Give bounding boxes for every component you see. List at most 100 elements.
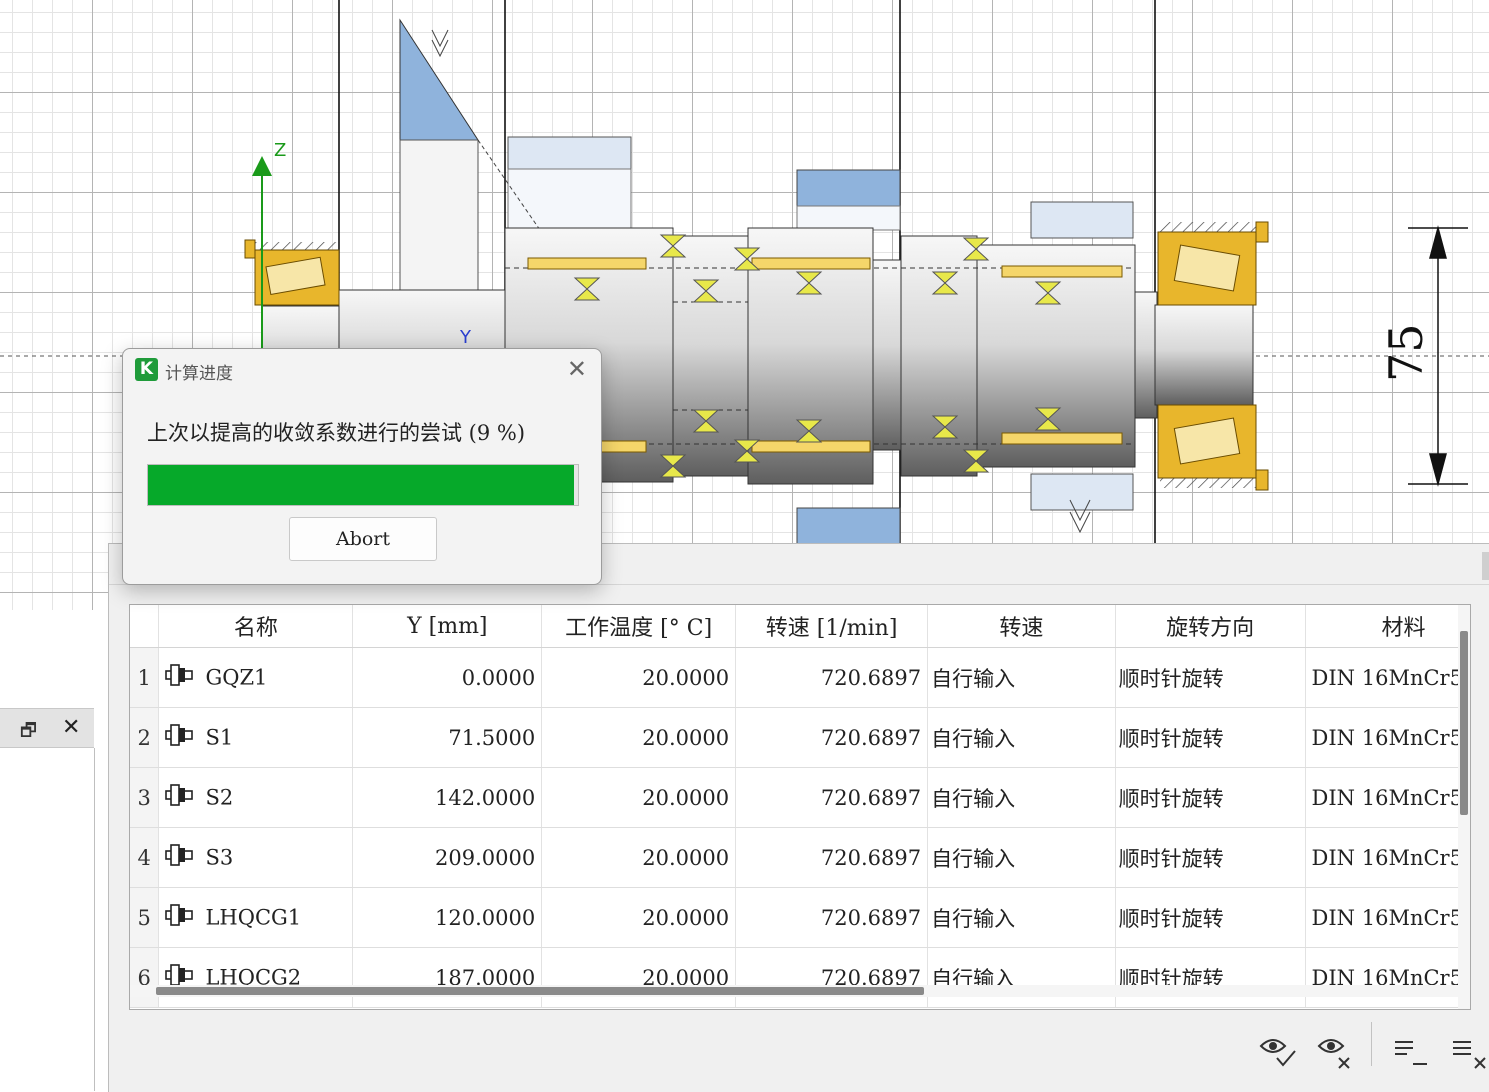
row-index: 5 (130, 887, 160, 948)
show-all-icon[interactable] (1257, 1028, 1301, 1072)
col-header-speed-mode[interactable]: 转速 (927, 605, 1116, 648)
data-grid: 名称 Y [mm] 工作温度 [° C] 转速 [1/min] 转速 旋转方向 … (130, 605, 1470, 1008)
cell-speed-mode[interactable]: 自行输入 (927, 947, 1116, 1008)
shaft-elements-table: 名称 Y [mm] 工作温度 [° C] 转速 [1/min] 转速 旋转方向 … (129, 604, 1471, 1010)
cell-y[interactable]: 142.0000 (352, 767, 543, 828)
cell-direction[interactable]: 顺时针旋转 (1115, 767, 1306, 828)
vertical-scroll-thumb[interactable] (1460, 631, 1468, 815)
axis-z-label: Z (274, 140, 286, 161)
row-index: 3 (130, 767, 160, 828)
cell-material[interactable]: DIN 16MnCr5 (1305, 707, 1470, 768)
col-header-material[interactable]: 材料 (1305, 605, 1470, 648)
table-header-row: 名称 Y [mm] 工作温度 [° C] 转速 [1/min] 转速 旋转方向 … (130, 605, 1470, 648)
cell-name[interactable]: LHQCG1 (158, 887, 354, 948)
cell-temp[interactable]: 20.0000 (541, 707, 737, 768)
element-name: S3 (205, 845, 234, 870)
cell-speed[interactable]: 720.6897 (735, 647, 929, 708)
vertical-scrollbar[interactable] (1458, 605, 1470, 1009)
cell-temp[interactable]: 20.0000 (541, 767, 737, 828)
shaft-element-icon (165, 844, 194, 871)
cell-y[interactable]: 209.0000 (352, 827, 543, 888)
element-name: GQZ1 (205, 665, 268, 690)
cell-y[interactable]: 71.5000 (352, 707, 543, 768)
cell-name[interactable]: S3 (158, 827, 354, 888)
progress-bar (147, 464, 579, 506)
axis-y-label: Y (459, 327, 472, 348)
progress-dialog: K 计算进度 ✕ 上次以提高的收敛系数进行的尝试 (9 %) Abort (122, 348, 602, 585)
cell-material[interactable]: DIN 16MnCr5 (1305, 647, 1470, 708)
cell-material[interactable]: DIN 16MnCr5 (1305, 767, 1470, 828)
shaft-element-icon (165, 664, 194, 691)
panel-toolbar (109, 1014, 1489, 1092)
cell-temp[interactable]: 20.0000 (541, 947, 737, 1008)
cell-name[interactable]: GQZ1 (158, 647, 354, 708)
cell-speed[interactable]: 720.6897 (735, 707, 929, 768)
cell-direction[interactable]: 顺时针旋转 (1115, 947, 1306, 1008)
shaft-element-icon (165, 784, 194, 811)
cell-temp[interactable]: 20.0000 (541, 647, 737, 708)
table-row[interactable]: 6 LHQCG2 187.0000 20.0000 720.6897 自行输入 顺时针旋转 D… (130, 947, 1470, 1008)
abort-button[interactable]: Abort (289, 517, 437, 561)
table-row[interactable]: 4 S3 209.0000 20.0000 720.6897 自行输入 顺时针旋转 DIN 1… (130, 827, 1470, 888)
col-header-name[interactable]: 名称 (158, 605, 354, 648)
col-header-y[interactable]: Y [mm] (352, 605, 543, 648)
table-row[interactable]: 2 S1 71.5000 20.0000 720.6897 自行输入 顺时针旋转 DIN 16… (130, 707, 1470, 768)
horizontal-scroll-thumb[interactable] (156, 987, 924, 995)
row-index: 4 (130, 827, 160, 888)
cell-speed[interactable]: 720.6897 (735, 887, 929, 948)
restore-icon[interactable]: 🗗 (20, 718, 37, 748)
dialog-title: 计算进度 (165, 364, 233, 384)
cell-y[interactable]: 0.0000 (352, 647, 543, 708)
cell-name[interactable]: S2 (158, 767, 354, 828)
cell-speed[interactable]: 720.6897 (735, 947, 929, 1008)
cell-y[interactable]: 120.0000 (352, 887, 543, 948)
panel-scrollbar[interactable] (1482, 552, 1489, 580)
shaft-element-icon (165, 904, 194, 931)
cell-speed[interactable]: 720.6897 (735, 827, 929, 888)
row-index: 2 (130, 707, 160, 768)
corner-cell (130, 605, 160, 648)
cell-temp[interactable]: 20.0000 (541, 887, 737, 948)
cell-name[interactable]: LHQCG2 (158, 947, 354, 1008)
cell-speed-mode[interactable]: 自行输入 (927, 887, 1116, 948)
cell-name[interactable]: S1 (158, 707, 354, 768)
element-name: LHQCG1 (205, 905, 302, 930)
col-header-direction[interactable]: 旋转方向 (1115, 605, 1306, 648)
cell-direction[interactable]: 顺时针旋转 (1115, 827, 1306, 888)
element-name: S1 (205, 725, 234, 750)
cell-material[interactable]: DIN 16MnCr5 (1305, 947, 1470, 1008)
left-panel-body (0, 748, 95, 1091)
left-panel-titlebar: 🗗 ✕ (0, 708, 94, 748)
dimension-label: 75 (1379, 323, 1433, 382)
col-header-temp[interactable]: 工作温度 [° C] (541, 605, 737, 648)
row-index: 1 (130, 647, 160, 708)
table-row[interactable]: 5 LHQCG1 120.0000 20.0000 720.6897 自行输入 顺时针旋转 D… (130, 887, 1470, 948)
cell-direction[interactable]: 顺时针旋转 (1115, 707, 1306, 768)
hide-all-icon[interactable] (1315, 1028, 1359, 1072)
cell-temp[interactable]: 20.0000 (541, 827, 737, 888)
toolbar-separator (1371, 1022, 1372, 1066)
close-icon[interactable]: ✕ (62, 715, 80, 740)
cell-direction[interactable]: 顺时针旋转 (1115, 647, 1306, 708)
collapse-icon[interactable] (1391, 1028, 1435, 1072)
horizontal-scrollbar[interactable] (130, 985, 1458, 997)
row-index: 6 (130, 947, 160, 1008)
cell-material[interactable]: DIN 16MnCr5 (1305, 887, 1470, 948)
app-logo-icon: K (135, 358, 158, 381)
cell-material[interactable]: DIN 16MnCr5 (1305, 827, 1470, 888)
shaft-element-icon (165, 724, 194, 751)
close-icon[interactable]: ✕ (567, 355, 587, 383)
table-row[interactable]: 3 S2 142.0000 20.0000 720.6897 自行输入 顺时针旋转 DIN 1… (130, 767, 1470, 828)
cell-speed-mode[interactable]: 自行输入 (927, 647, 1116, 708)
table-row[interactable]: 1 GQZ1 0.0000 20.0000 720.6897 自行输入 顺时针旋转 DIN 1… (130, 647, 1470, 708)
cell-speed[interactable]: 720.6897 (735, 767, 929, 828)
cell-direction[interactable]: 顺时针旋转 (1115, 887, 1306, 948)
results-panel: 名称 Y [mm] 工作温度 [° C] 转速 [1/min] 转速 旋转方向 … (108, 543, 1489, 1092)
clear-list-icon[interactable] (1449, 1028, 1489, 1072)
cell-speed-mode[interactable]: 自行输入 (927, 707, 1116, 768)
col-header-speed[interactable]: 转速 [1/min] (735, 605, 929, 648)
element-name: S2 (205, 785, 234, 810)
cell-y[interactable]: 187.0000 (352, 947, 543, 1008)
cell-speed-mode[interactable]: 自行输入 (927, 767, 1116, 828)
cell-speed-mode[interactable]: 自行输入 (927, 827, 1116, 888)
